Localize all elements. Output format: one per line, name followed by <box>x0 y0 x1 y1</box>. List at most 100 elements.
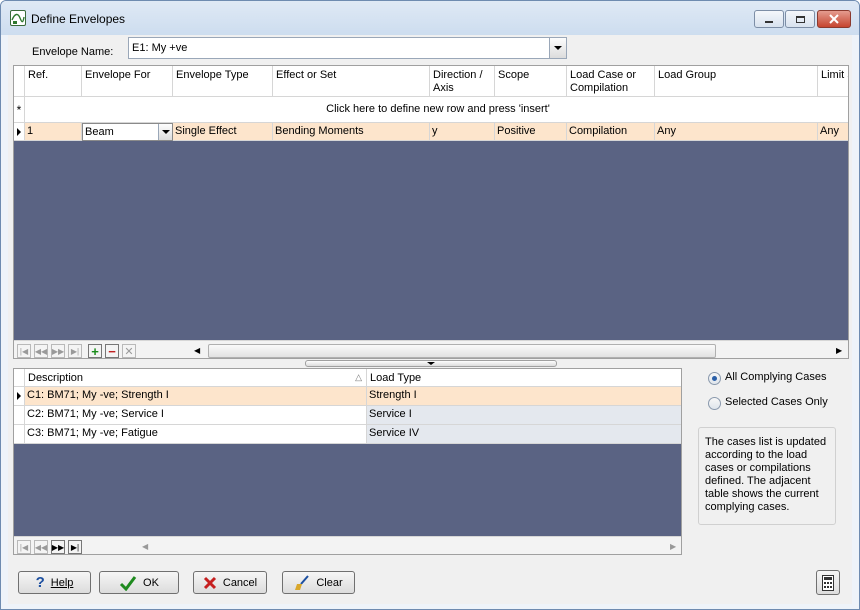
new-row-marker: * <box>14 97 25 123</box>
case-description[interactable]: C3: BM71; My -ve; Fatigue <box>25 425 367 444</box>
ok-button[interactable]: OK <box>99 571 179 594</box>
selected-only-radio[interactable] <box>708 397 721 410</box>
help-button-label: Help <box>50 576 74 589</box>
scroll-left-arrow[interactable]: ◀ <box>142 542 148 551</box>
dialog-body: Envelope Name: E1: My +ve Ref. Envelope … <box>8 35 852 604</box>
close-button[interactable] <box>817 10 851 28</box>
cell-effect-or-set[interactable]: Bending Moments <box>273 123 430 141</box>
col-header-scope[interactable]: Scope <box>495 66 567 97</box>
new-row-placeholder[interactable]: Click here to define new row and press '… <box>25 97 848 123</box>
case-load-type[interactable]: Service I <box>367 406 681 425</box>
clear-button-label: Clear <box>316 576 343 589</box>
description-header-label: Description <box>28 372 84 384</box>
case-description[interactable]: C1: BM71; My -ve; Strength I <box>25 387 367 406</box>
envelope-name-dropdown-button[interactable] <box>549 38 566 58</box>
col-header-effect-or-set[interactable]: Effect or Set <box>273 66 430 97</box>
scroll-left-arrow[interactable]: ◀ <box>194 346 200 355</box>
top-grid-navigator: |◀ ◀◀ ▶▶ ▶| + − ✕ ◀ ▶ <box>14 340 848 358</box>
x-icon <box>203 576 216 589</box>
col-header-load-group[interactable]: Load Group <box>655 66 818 97</box>
help-button[interactable]: ? Help <box>18 571 91 594</box>
col-header-envelope-type[interactable]: Envelope Type <box>173 66 273 97</box>
x-icon: ✕ <box>124 345 134 358</box>
case-description[interactable]: C2: BM71; My -ve; Service I <box>25 406 367 425</box>
delete-row-button[interactable]: − <box>105 344 119 358</box>
scroll-right-arrow[interactable]: ▶ <box>670 542 676 551</box>
close-icon <box>829 14 839 24</box>
maximize-button[interactable] <box>785 10 815 28</box>
chevron-down-icon <box>161 130 170 134</box>
cell-ref[interactable]: 1 <box>25 123 82 141</box>
maximize-icon <box>795 15 805 23</box>
splitter-handle[interactable] <box>305 360 557 367</box>
col-header-description[interactable]: Description △ <box>25 369 367 387</box>
row-selector[interactable] <box>14 425 25 444</box>
col-header-limit[interactable]: Limit S <box>818 66 848 97</box>
question-icon: ? <box>35 574 45 591</box>
cell-limit[interactable]: Any <box>818 123 848 141</box>
define-envelopes-window: Define Envelopes Envelope Name: E1: My +… <box>0 0 860 610</box>
last-record-button[interactable]: ▶| <box>68 540 82 554</box>
row-selector[interactable] <box>14 406 25 425</box>
sort-ascending-icon: △ <box>355 372 362 382</box>
broom-icon <box>295 574 310 590</box>
col-header-load-case[interactable]: Load Case or Compilation <box>567 66 655 97</box>
row-selector[interactable] <box>14 387 25 406</box>
cell-envelope-for[interactable]: Beam <box>82 123 173 141</box>
next-page-button[interactable]: ▶▶ <box>51 540 65 554</box>
envelope-name-combo[interactable]: E1: My +ve <box>128 37 567 59</box>
all-complying-radio[interactable] <box>708 372 721 385</box>
cell-load-case[interactable]: Compilation <box>567 123 655 141</box>
cancel-edit-button[interactable]: ✕ <box>122 344 136 358</box>
all-complying-label[interactable]: All Complying Cases <box>725 371 826 383</box>
calculator-button[interactable] <box>816 570 840 595</box>
horizontal-scroll-thumb[interactable] <box>208 344 716 358</box>
scroll-right-arrow[interactable]: ▶ <box>836 346 842 355</box>
col-header-load-type[interactable]: Load Type <box>367 369 681 387</box>
row-selector[interactable] <box>14 123 25 141</box>
prev-page-button[interactable]: ◀◀ <box>34 344 48 358</box>
header-corner <box>14 66 25 97</box>
next-page-button[interactable]: ▶▶ <box>51 344 65 358</box>
cell-load-group[interactable]: Any <box>655 123 818 141</box>
first-record-button[interactable]: |◀ <box>17 344 31 358</box>
chevron-down-icon <box>427 362 435 365</box>
case-load-type[interactable]: Service IV <box>367 425 681 444</box>
complying-cases-grid: Description △ Load Type C1: BM71; My -ve… <box>13 368 682 555</box>
envelope-name-value: E1: My +ve <box>132 42 188 54</box>
envelope-for-value: Beam <box>85 126 114 138</box>
case-load-type[interactable]: Strength I <box>367 387 681 406</box>
col-header-envelope-for[interactable]: Envelope For <box>82 66 173 97</box>
calculator-icon <box>822 574 834 591</box>
minimize-icon <box>765 21 773 23</box>
window-title: Define Envelopes <box>31 12 126 26</box>
app-icon <box>10 10 26 26</box>
minimize-button[interactable] <box>754 10 784 28</box>
envelope-grid: Ref. Envelope For Envelope Type Effect o… <box>13 65 849 359</box>
envelope-name-label: Envelope Name: <box>32 46 114 58</box>
clear-button[interactable]: Clear <box>282 571 355 594</box>
envelope-for-dropdown[interactable] <box>158 124 172 140</box>
cell-direction[interactable]: y <box>430 123 495 141</box>
cancel-button[interactable]: Cancel <box>193 571 267 594</box>
chevron-down-icon <box>554 46 562 50</box>
info-text: The cases list is updated according to t… <box>698 427 836 525</box>
ok-button-label: OK <box>143 576 159 589</box>
current-row-icon <box>17 392 21 400</box>
title-bar: Define Envelopes <box>1 1 859 35</box>
last-record-button[interactable]: ▶| <box>68 344 82 358</box>
first-record-button[interactable]: |◀ <box>17 540 31 554</box>
cell-scope[interactable]: Positive <box>495 123 567 141</box>
prev-page-button[interactable]: ◀◀ <box>34 540 48 554</box>
plus-icon: + <box>91 343 99 359</box>
col-header-ref[interactable]: Ref. <box>25 66 82 97</box>
col-header-direction-axis[interactable]: Direction / Axis <box>430 66 495 97</box>
bottom-grid-navigator: |◀ ◀◀ ▶▶ ▶| ◀ ▶ <box>14 536 681 554</box>
current-row-icon <box>17 128 21 136</box>
header-corner <box>14 369 25 387</box>
minus-icon: − <box>108 343 116 359</box>
cell-envelope-type[interactable]: Single Effect <box>173 123 273 141</box>
selected-only-label[interactable]: Selected Cases Only <box>725 396 828 408</box>
checkmark-icon <box>119 575 137 591</box>
add-row-button[interactable]: + <box>88 344 102 358</box>
